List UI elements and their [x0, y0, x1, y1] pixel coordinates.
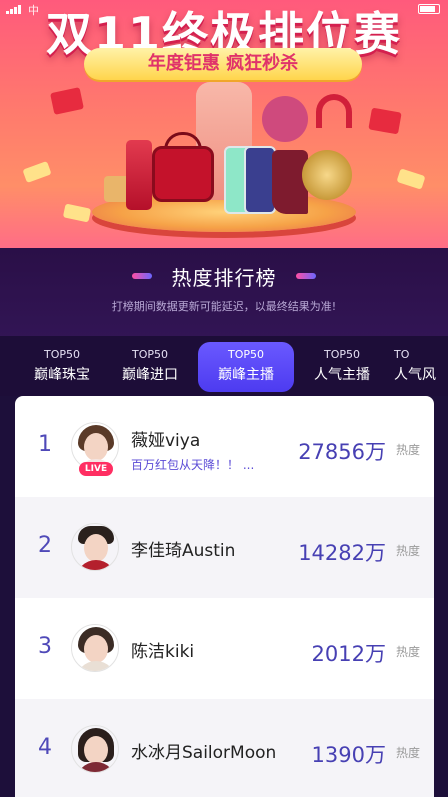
tab-top-label: TOP50 [131, 348, 168, 361]
avatar[interactable] [71, 725, 119, 773]
avatar[interactable] [71, 624, 119, 672]
tab-label: 巅峰进口 [122, 367, 178, 383]
tab-top-label: TOP50 [227, 348, 264, 361]
streamer-name: 陈洁kiki [131, 642, 195, 662]
heat-label: 热度 [395, 544, 420, 558]
heat-score: 1390万 [311, 743, 386, 767]
tab-import[interactable]: TOP50 巅峰进口 [102, 342, 198, 392]
heat-score: 2012万 [311, 642, 386, 666]
live-promo-text[interactable]: 百万红包从天降！！ ... [131, 456, 254, 473]
watch-image [302, 150, 352, 200]
tab-label: 巅峰珠宝 [34, 367, 90, 383]
banner-subtitle: 年度钜惠 疯狂秒杀 [84, 48, 362, 80]
tab-popular-style[interactable]: TO 人气风 [382, 342, 448, 392]
red-envelope-icon [368, 107, 402, 135]
streamer-name: 李佳琦Austin [131, 541, 236, 561]
section-title: 热度排行榜 [171, 266, 277, 290]
tab-top-streamers[interactable]: TOP50 巅峰主播 [198, 342, 294, 392]
ranking-row[interactable]: 1 LIVE 薇娅viya 百万红包从天降！！ ... 27856万 热度 [15, 396, 434, 497]
promo-banner[interactable]: 中 双11终极排位赛 年度钜惠 疯狂秒杀 [0, 0, 448, 248]
rank-number: 4 [38, 735, 52, 760]
tab-top-label: TOP50 [323, 348, 360, 361]
heat-score: 27856万 [298, 440, 386, 464]
rank-number: 1 [38, 432, 52, 457]
title-decoration [296, 273, 316, 279]
tab-label: 巅峰主播 [218, 367, 274, 383]
streamer-name: 水冰月SailorMoon [131, 743, 277, 763]
coupon-icon [22, 160, 52, 184]
tab-top-label: TOP50 [43, 348, 80, 361]
ranking-row[interactable]: 4 水冰月SailorMoon 1390万 热度 [15, 699, 434, 797]
serum-bottle-image [126, 140, 152, 210]
avatar[interactable] [71, 523, 119, 571]
ranking-row[interactable]: 3 陈洁kiki 2012万 热度 [15, 598, 434, 699]
live-badge: LIVE [79, 462, 113, 476]
heat-label: 热度 [395, 645, 420, 659]
rank-number: 3 [38, 634, 52, 659]
ranking-list: 1 LIVE 薇娅viya 百万红包从天降！！ ... 27856万 热度 2 … [15, 396, 434, 797]
heat-label: 热度 [395, 443, 420, 457]
tab-label: 人气风 [394, 367, 436, 383]
hair-dryer-image [262, 96, 308, 142]
tab-popular-streamers[interactable]: TOP50 人气主播 [294, 342, 390, 392]
update-notice: 打榜期间数据更新可能延迟，以最终结果为准! [111, 300, 337, 313]
tab-top-label: TO [394, 348, 410, 361]
headphones-image [316, 94, 352, 128]
coupon-icon [396, 168, 426, 190]
ranking-row[interactable]: 2 李佳琦Austin 14282万 热度 [15, 497, 434, 598]
coupon-icon [62, 203, 92, 223]
tab-label: 人气主播 [314, 367, 370, 383]
heat-label: 热度 [395, 746, 420, 760]
rank-number: 2 [38, 533, 52, 558]
handbag-image [152, 146, 214, 202]
heat-score: 14282万 [298, 541, 386, 565]
tab-jewelry[interactable]: TOP50 巅峰珠宝 [14, 342, 110, 392]
streamer-name: 薇娅viya [131, 431, 201, 451]
red-envelope-icon [50, 87, 84, 115]
